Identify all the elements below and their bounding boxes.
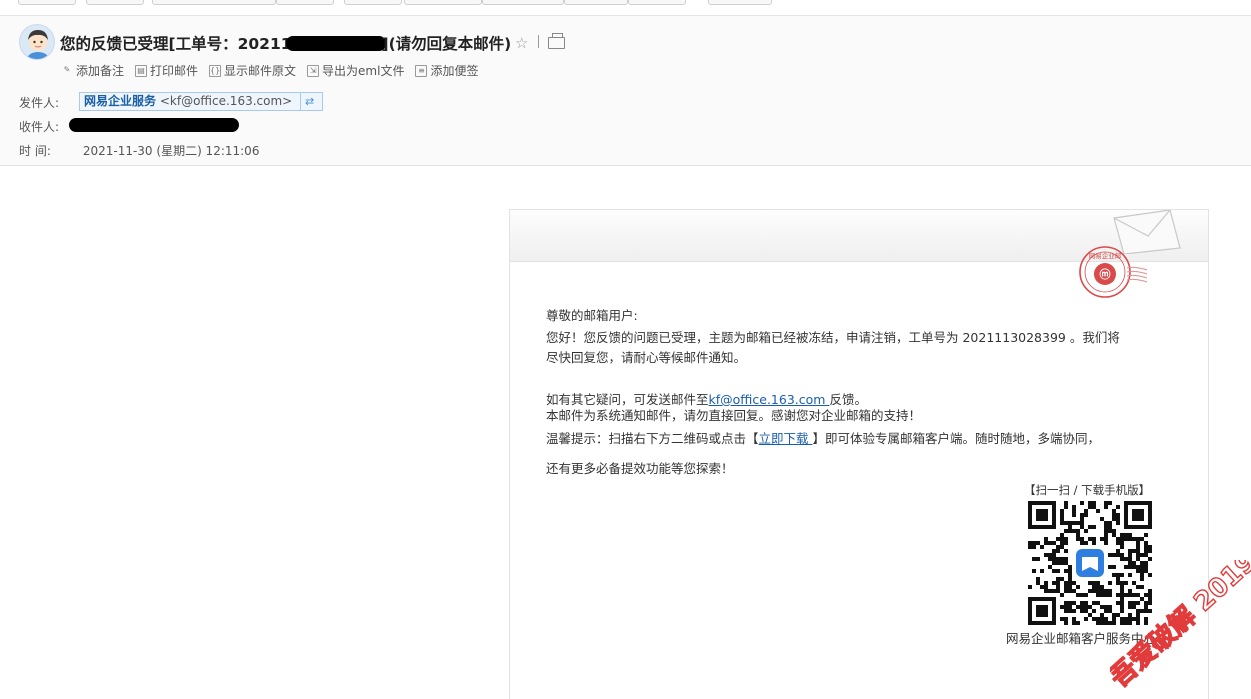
swap-icon[interactable]: ⇄ [300, 93, 318, 110]
tip-line: 温馨提示：扫描右下方二维码或点击【立即下载 】即可体验专属邮箱客户端。随时随地，… [546, 428, 1100, 447]
toolbar-button[interactable] [86, 0, 144, 5]
pencil-icon: ✎ [63, 64, 71, 74]
toolbar-button[interactable] [708, 0, 772, 5]
printer-icon[interactable] [548, 33, 565, 49]
toolbar-button[interactable] [628, 0, 686, 5]
action-label: 显示邮件原文 [224, 64, 297, 78]
action-label: 添加备注 [76, 64, 125, 78]
mail-header: 您的反馈已受理[工单号：20211 ](请勿回复本邮件) ☆ ✎ 添加备注 ▤ 打… [0, 15, 1251, 166]
body-line: 本邮件为系统通知邮件，请勿直接回复。感谢您对企业邮箱的支持！ [546, 408, 922, 423]
tip-prefix: 温馨提示：扫描右下方二维码或点击【 [546, 431, 759, 446]
mail-body-card: ⓜ 网易企业邮 尊敬的邮箱用户: 您好！您反馈的问题已受理，主题为邮箱已经被冻结… [509, 209, 1209, 699]
qr-code-image [1028, 501, 1152, 625]
toolbar-button[interactable] [18, 0, 76, 5]
toolbar-button[interactable] [482, 0, 564, 5]
greeting: 尊敬的邮箱用户: [546, 308, 638, 323]
add-sticky-button[interactable]: ≡ 添加便签 [415, 62, 478, 79]
mail-subject: 您的反馈已受理[工单号：20211 ](请勿回复本邮件) [60, 32, 511, 54]
toolbar-button[interactable] [276, 0, 334, 5]
svg-text:网易企业邮: 网易企业邮 [1089, 251, 1122, 260]
stamp-icon: ⓜ 网易企业邮 [1079, 246, 1147, 298]
svg-text:ⓜ: ⓜ [1100, 267, 1111, 281]
star-icon[interactable]: ☆ [515, 34, 528, 52]
sender-name: 网易企业服务 [84, 94, 157, 108]
subject-suffix: ](请勿回复本邮件) [381, 35, 512, 53]
action-label: 导出为eml文件 [322, 64, 405, 78]
from-label: 发件人: [19, 96, 60, 110]
toolbar-button[interactable] [564, 0, 628, 5]
time-label: 时 间: [19, 144, 51, 158]
print-icon: ▤ [135, 64, 148, 77]
show-source-button[interactable]: {} 显示邮件原文 [209, 62, 296, 79]
toolbar-button[interactable] [404, 0, 482, 5]
qr-code[interactable] [1028, 501, 1152, 625]
qr-footer: 网易企业邮箱客户服务中心 [1006, 631, 1157, 646]
toolbar-button[interactable] [152, 0, 276, 5]
avatar[interactable] [19, 24, 55, 60]
body-line: 尽快回复您，请耐心等候邮件通知。 [546, 350, 747, 365]
print-mail-button[interactable]: ▤ 打印邮件 [135, 62, 198, 79]
body-line: 您好！您反馈的问题已受理，主题为邮箱已经被冻结，申请注销，工单号为 202111… [546, 330, 1120, 345]
sticky-note-icon: ≡ [415, 64, 428, 77]
source-icon: {} [209, 64, 222, 77]
action-label: 打印邮件 [150, 64, 199, 78]
toolbar-button[interactable] [344, 0, 402, 5]
add-note-button[interactable]: ✎ 添加备注 [61, 62, 124, 79]
toolbar [0, 0, 1251, 6]
action-label: 添加便签 [430, 64, 479, 78]
body-line: 还有更多必备提效功能等您探索！ [546, 461, 734, 476]
from-row: 发件人: [19, 94, 79, 111]
time-row: 时 间: 2021-11-30 (星期二) 12:11:06 [19, 142, 259, 159]
download-link[interactable]: 立即下载 [759, 431, 813, 446]
subject-prefix: 您的反馈已受理[工单号：20211 [60, 35, 292, 53]
sender-chip[interactable]: 网易企业服务 <kf@office.163.com> ⇄ [79, 92, 324, 111]
mail-actions: ✎ 添加备注 ▤ 打印邮件 {} 显示邮件原文 ⇲ 导出为eml文件 ≡ 添加便… [61, 62, 489, 79]
qr-caption: 【扫一扫 / 下载手机版】 [1024, 483, 1151, 497]
tip-suffix: 】即可体验专属邮箱客户端。随时随地，多端协同， [812, 431, 1101, 446]
sender-address: <kf@office.163.com> [159, 94, 293, 108]
time-value: 2021-11-30 (星期二) 12:11:06 [82, 144, 260, 158]
redaction-mark [69, 118, 239, 132]
redaction-mark [285, 36, 386, 51]
export-icon: ⇲ [307, 64, 320, 77]
export-eml-button[interactable]: ⇲ 导出为eml文件 [307, 62, 404, 79]
divider [538, 35, 539, 48]
